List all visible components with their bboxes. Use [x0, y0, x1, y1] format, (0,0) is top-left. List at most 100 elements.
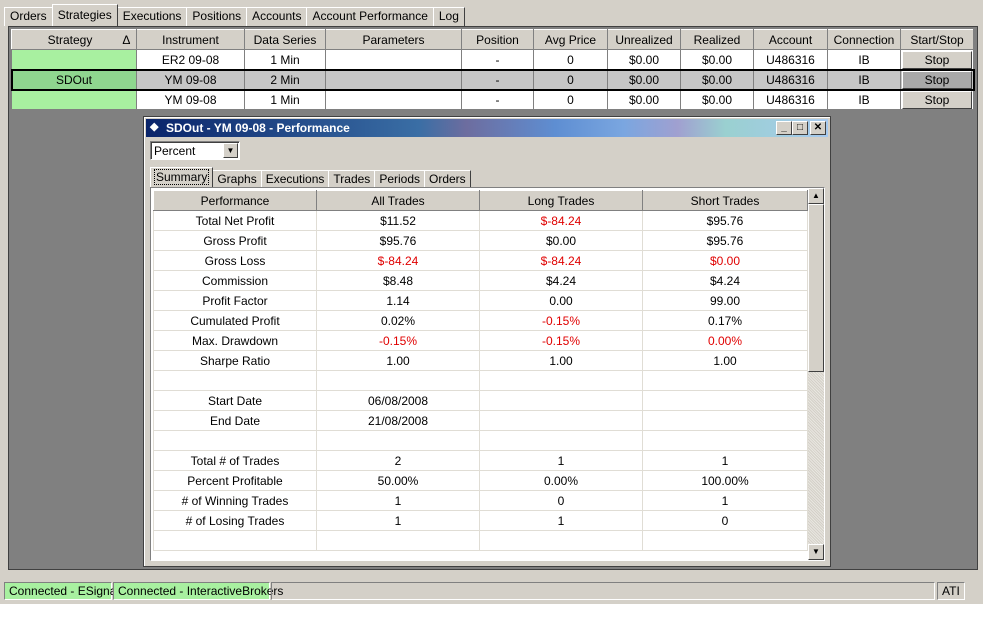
tab-orders[interactable]: Orders [4, 7, 53, 26]
cell-position: - [461, 69, 534, 90]
metric-value-all: 1 [316, 510, 480, 531]
table-row [153, 430, 808, 451]
cell-data-series: 1 Min [244, 49, 326, 70]
display-mode-select[interactable]: Percent ▼ [150, 141, 240, 160]
tab-executions[interactable]: Executions [116, 7, 188, 26]
cell-connection: IB [827, 49, 901, 70]
cell-connection: IB [827, 69, 901, 90]
scrollbar-thumb[interactable] [808, 204, 824, 372]
metric-label: Percent Profitable [153, 470, 317, 491]
column-header[interactable]: Instrument [136, 29, 245, 50]
display-mode-value: Percent [154, 144, 196, 158]
cell-avg-price: 0 [533, 49, 608, 70]
cell-realized: $0.00 [680, 69, 754, 90]
column-header[interactable]: Account [753, 29, 828, 50]
cell-data-series: 1 Min [244, 89, 326, 110]
table-row: Commission $8.48 $4.24 $4.24 [153, 270, 808, 291]
performance-summary-grid: Performance All Trades Long Trades Short Tr… [153, 190, 808, 551]
column-header[interactable]: Connection [827, 29, 901, 50]
cell-instrument: YM 09-08 [136, 89, 245, 110]
metric-value-short [642, 410, 808, 431]
column-header[interactable]: Avg Price [533, 29, 608, 50]
performance-window[interactable]: ◆ SDOut - YM 09-08 - Performance _ □ ✕ P… [143, 116, 831, 567]
table-row[interactable]: ER2 09-08 1 Min -0 $0.00 $0.00 U486316 IB Stop [11, 49, 974, 70]
cell-start-stop: Stop [900, 89, 974, 110]
cell-unrealized: $0.00 [607, 69, 681, 90]
column-header[interactable]: Strategy Δ [11, 29, 137, 50]
window-app-icon: ◆ [150, 121, 159, 133]
table-row[interactable]: YM 09-08 1 Min -0 $0.00 $0.00 U486316 IB Stop [11, 89, 974, 110]
tab-trades[interactable]: Trades [328, 170, 376, 187]
cell-realized: $0.00 [680, 89, 754, 110]
scroll-up-arrow-icon[interactable]: ▲ [808, 188, 824, 204]
table-row: Total Net Profit $11.52 $-84.24 $95.76 [153, 210, 808, 231]
tab-accounts[interactable]: Accounts [246, 7, 308, 26]
maximize-button[interactable]: □ [792, 121, 808, 135]
tab-executions[interactable]: Executions [260, 170, 330, 187]
metric-value-all: 0.02% [316, 310, 480, 331]
column-header[interactable]: Long Trades [479, 190, 643, 211]
column-header[interactable]: Performance [153, 190, 317, 211]
metric-value-all: 1.14 [316, 290, 480, 311]
tab-graphs[interactable]: Graphs [212, 170, 262, 187]
metric-value-long: 0.00 [479, 290, 643, 311]
metric-value-all: 1 [316, 490, 480, 511]
cell-connection: IB [827, 89, 901, 110]
metric-value-short [642, 530, 808, 551]
table-row: Start Date 06/08/2008 [153, 390, 808, 411]
cell-start-stop: Stop [900, 49, 974, 70]
tab-log[interactable]: Log [432, 7, 465, 26]
metric-value-short: 100.00% [642, 470, 808, 491]
column-header[interactable]: Position [461, 29, 534, 50]
tab-strategies[interactable]: Strategies [51, 4, 118, 26]
table-row[interactable]: SDOut YM 09-08 2 Min -0 $0.00 $0.00 U486316 IB S… [10, 68, 975, 91]
status-bar: Connected - ESignal Connected - Interact… [0, 580, 983, 604]
stop-button[interactable]: Stop [902, 70, 972, 89]
metric-value-short: 0.00% [642, 330, 808, 351]
metric-value-long: $-84.24 [479, 250, 643, 271]
stop-button[interactable]: Stop [902, 90, 972, 109]
table-row [153, 370, 808, 391]
column-header[interactable]: All Trades [316, 190, 480, 211]
table-row: End Date 21/08/2008 [153, 410, 808, 431]
cell-data-series: 2 Min [244, 69, 326, 90]
column-header[interactable]: Parameters [325, 29, 462, 50]
tab-positions[interactable]: Positions [186, 7, 248, 26]
tab-account-performance[interactable]: Account Performance [306, 7, 434, 26]
chevron-down-icon[interactable]: ▼ [223, 143, 238, 158]
metric-value-long: $4.24 [479, 270, 643, 291]
close-button[interactable]: ✕ [810, 121, 826, 135]
ati-status: ATI [937, 582, 965, 600]
column-header-label: Unrealized [615, 32, 673, 47]
table-row: Gross Loss $-84.24 $-84.24 $0.00 [153, 250, 808, 271]
metric-value-long: -0.15% [479, 310, 643, 331]
metric-label: Start Date [153, 390, 317, 411]
stop-button[interactable]: Stop [902, 50, 972, 69]
metric-label: Sharpe Ratio [153, 350, 317, 371]
scroll-down-arrow-icon[interactable]: ▼ [808, 544, 824, 560]
minimize-button[interactable]: _ [776, 121, 792, 135]
column-header[interactable]: Realized [680, 29, 754, 50]
column-header[interactable]: Start/Stop [900, 29, 974, 50]
tab-orders[interactable]: Orders [424, 170, 471, 187]
metric-value-short [642, 390, 808, 411]
metric-value-long: 0.00% [479, 470, 643, 491]
metric-value-long: -0.15% [479, 330, 643, 351]
metric-value-long: 1.00 [479, 350, 643, 371]
metric-value-all: $-84.24 [316, 250, 480, 271]
cell-strategy [11, 89, 137, 110]
table-row [153, 530, 808, 551]
vertical-scrollbar[interactable]: ▲ ▼ [808, 188, 824, 560]
cell-parameters [325, 69, 462, 90]
table-row: Gross Profit $95.76 $0.00 $95.76 [153, 230, 808, 251]
cell-account: U486316 [753, 89, 828, 110]
tab-periods[interactable]: Periods [374, 170, 425, 187]
column-header[interactable]: Unrealized [607, 29, 681, 50]
performance-title-bar[interactable]: ◆ SDOut - YM 09-08 - Performance _ □ ✕ [146, 119, 828, 137]
tab-summary[interactable]: Summary [150, 167, 214, 187]
metric-label: Commission [153, 270, 317, 291]
column-header[interactable]: Data Series [244, 29, 326, 50]
column-header[interactable]: Short Trades [642, 190, 808, 211]
metric-label: Total # of Trades [153, 450, 317, 471]
cell-account: U486316 [753, 49, 828, 70]
